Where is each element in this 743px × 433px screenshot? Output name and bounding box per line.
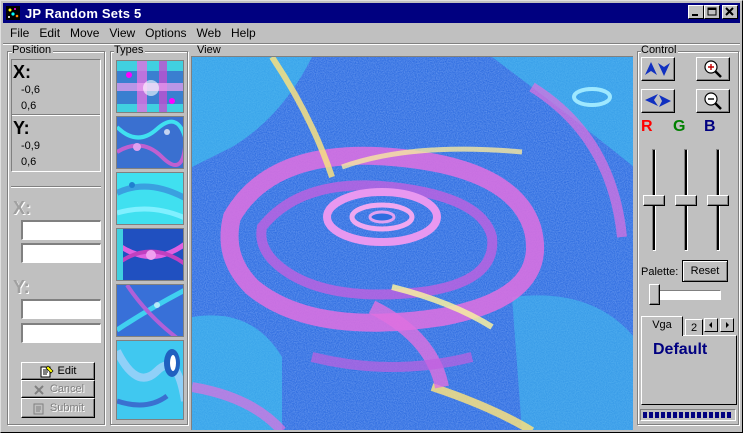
submit-button-label: Submit [49, 402, 85, 414]
move-left-right-button[interactable] [641, 89, 675, 113]
title-bar[interactable]: JP Random Sets 5 [3, 3, 740, 23]
maximize-button[interactable] [704, 5, 720, 19]
control-label: Control [641, 44, 679, 56]
view-label: View [197, 44, 223, 56]
zoom-in-button[interactable] [696, 57, 730, 81]
red-label: R [641, 118, 653, 135]
x-min-value: -0,6 [21, 84, 40, 96]
readout-divider [12, 114, 100, 116]
submit-icon [32, 402, 46, 415]
submit-button[interactable]: Submit [21, 398, 95, 418]
palette-label: Palette: [641, 266, 679, 278]
zoom-out-button[interactable] [696, 89, 730, 113]
blue-label: B [704, 118, 716, 135]
y-max-input[interactable] [21, 323, 101, 343]
tab-scroll-left-button[interactable] [704, 318, 718, 332]
menu-options[interactable]: Options [140, 25, 191, 43]
menu-help[interactable]: Help [226, 25, 261, 43]
red-slider-thumb[interactable] [643, 195, 665, 206]
cancel-button[interactable]: Cancel [21, 380, 95, 398]
menu-view[interactable]: View [104, 25, 140, 43]
app-window: JP Random Sets 5 File Edit Move View Opt… [0, 0, 743, 433]
edit-x-label: X: [13, 198, 31, 218]
x-label: X: [13, 62, 31, 82]
edit-button-label: Edit [57, 365, 77, 377]
x-max-input[interactable] [21, 243, 101, 263]
move-up-down-button[interactable] [641, 57, 675, 81]
type-thumbnail-2[interactable] [116, 116, 184, 169]
types-label: Types [114, 44, 146, 56]
y-min-value: -0,9 [21, 140, 40, 152]
tab-scroll-right-button[interactable] [720, 318, 734, 332]
reset-button[interactable]: Reset [682, 260, 728, 282]
type-thumbnail-5[interactable] [116, 284, 184, 337]
minimize-button[interactable] [688, 5, 704, 19]
close-icon [725, 7, 734, 16]
cancel-button-label: Cancel [49, 383, 85, 395]
position-label: Position [12, 44, 54, 56]
menu-bar: File Edit Move View Options Web Help [5, 25, 261, 43]
fractal-image [192, 57, 633, 430]
zoom-out-icon [704, 92, 722, 110]
x-min-input[interactable] [21, 220, 101, 240]
maximize-icon [707, 7, 717, 16]
minimize-icon [692, 14, 698, 16]
menu-web[interactable]: Web [192, 25, 226, 43]
green-label: G [673, 118, 686, 135]
type-thumbnail-6[interactable] [116, 340, 184, 420]
close-button[interactable] [722, 5, 738, 19]
app-icon[interactable] [5, 5, 21, 21]
zoom-in-icon [704, 60, 722, 78]
fractal-view[interactable] [191, 56, 633, 430]
left-right-arrows-icon [645, 94, 671, 107]
menu-edit[interactable]: Edit [34, 25, 65, 43]
type-thumbnail-1[interactable] [116, 60, 184, 113]
palette-name: Default [653, 341, 708, 358]
y-max-value: 0,6 [21, 156, 37, 168]
edit-button[interactable]: Edit [21, 362, 95, 380]
edit-icon [40, 365, 54, 378]
x-max-value: 0,6 [21, 100, 37, 112]
tab-2[interactable]: 2 [685, 319, 703, 335]
blue-slider-thumb[interactable] [707, 195, 729, 206]
y-min-input[interactable] [21, 299, 101, 319]
menu-move[interactable]: Move [65, 25, 104, 43]
arrow-right-icon [726, 322, 729, 328]
y-label: Y: [13, 118, 30, 138]
progress-bar [640, 409, 736, 421]
edit-y-label: Y: [13, 277, 30, 297]
palette-slider-thumb[interactable] [649, 284, 660, 305]
type-thumbnail-4[interactable] [116, 228, 184, 281]
position-divider [11, 186, 101, 188]
tab-vga[interactable]: Vga [641, 316, 683, 336]
reset-button-label: Reset [690, 265, 720, 277]
menu-file[interactable]: File [5, 25, 34, 43]
palette-slider-track[interactable] [653, 290, 721, 300]
arrow-left-icon [709, 322, 712, 328]
green-slider-thumb[interactable] [675, 195, 697, 206]
type-thumbnail-3[interactable] [116, 172, 184, 225]
cancel-icon [32, 383, 46, 396]
window-title: JP Random Sets 5 [25, 5, 142, 21]
up-down-arrows-icon [645, 62, 670, 76]
